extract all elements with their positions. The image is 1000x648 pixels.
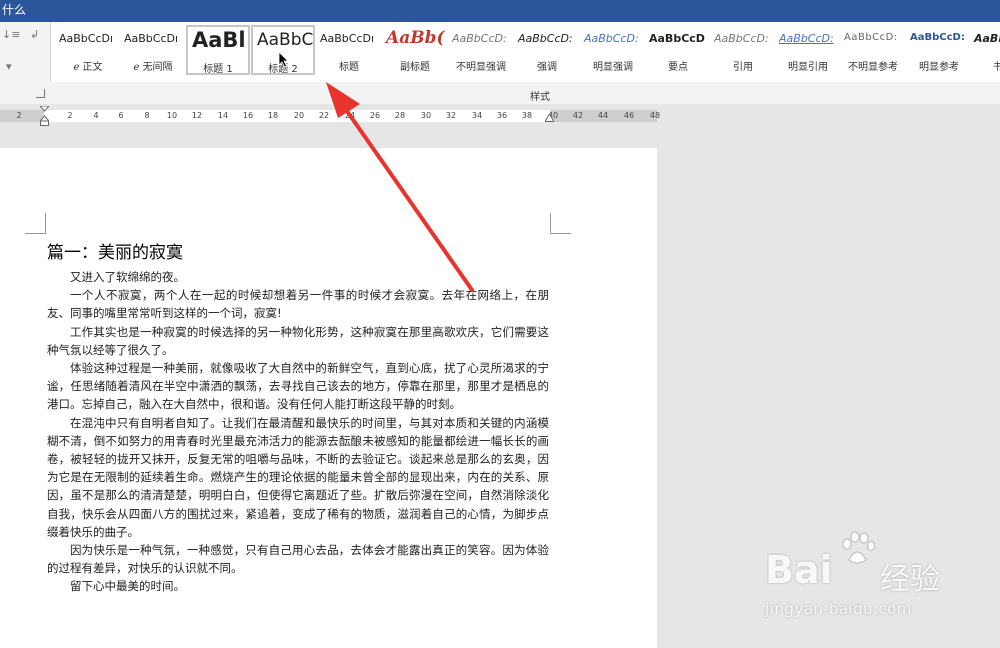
style-preview: AaBb(	[386, 28, 445, 48]
ruler-tick-label: 22	[318, 111, 330, 120]
paragraph-mark-icon[interactable]: ↲	[30, 28, 39, 41]
indent-marker-icon[interactable]	[40, 106, 49, 126]
ruler-tick-label: 4	[93, 111, 99, 120]
style-name: 不明显强调	[456, 62, 506, 73]
styles-gallery: AaBbCcDı ℯ 正文 AaBbCcDı ℯ 无间隔 AaBl 标题 1 A…	[50, 22, 1000, 82]
style-intense-quote[interactable]: AaBbCcD: 明显引用	[776, 25, 840, 75]
ruler-tick-label: 18	[267, 111, 279, 120]
ruler-tick-label: 42	[572, 111, 584, 120]
style-name: ℯ 正文	[73, 62, 103, 73]
style-name: 明显参考	[919, 62, 959, 73]
style-name: 要点	[668, 62, 688, 73]
ruler-tick-label: 34	[471, 111, 483, 120]
ruler-tick-label: 24	[344, 111, 356, 120]
style-name: 书籍	[971, 58, 1000, 73]
document-heading[interactable]: 篇一：美丽的寂寞	[47, 240, 549, 266]
mouse-cursor-icon	[279, 52, 289, 68]
style-subtle-reference[interactable]: AaBbCcD: 不明显参考	[841, 25, 905, 75]
style-name: 明显引用	[788, 62, 828, 73]
style-subtle-emphasis[interactable]: AaBbCcD: 不明显强调	[449, 25, 513, 75]
watermark-brand-suffix: 经验	[880, 562, 940, 597]
style-preview: AaBbCcD:	[779, 32, 834, 45]
baidu-paw-logo	[842, 531, 875, 564]
style-title[interactable]: AaBbCcDı 标题	[317, 25, 381, 75]
ruler-tick-label: 6	[118, 111, 124, 120]
ruler-tick-label: 2	[16, 111, 22, 120]
crop-mark-top-right	[550, 213, 571, 234]
style-name: ℯ 无间隔	[133, 62, 173, 73]
ruler-tick-label: 20	[293, 111, 305, 120]
style-preview: AaBb	[974, 32, 1000, 45]
styles-group-label: 样式	[530, 92, 550, 103]
style-preview: AaBbCcD:	[518, 32, 573, 45]
right-indent-marker-icon[interactable]	[545, 114, 554, 122]
document-body[interactable]: 篇一：美丽的寂寞 又进入了软绵绵的夜。 一个人不寂寞，两个人在一起的时候却想着另…	[47, 240, 549, 596]
dialog-launcher-icon[interactable]	[36, 89, 45, 98]
style-name: 强调	[537, 62, 557, 73]
ruler-tick-label: 30	[420, 111, 432, 120]
style-name: 不明显参考	[848, 62, 898, 73]
paragraph[interactable]: 工作其实也是一种寂寞的时候选择的另一种物化形势，这种寂寞在那里高歌欢庆，它们需要…	[47, 323, 549, 359]
style-preview: AaBl	[192, 28, 246, 52]
style-quote[interactable]: AaBbCcD: 引用	[711, 25, 775, 75]
horizontal-ruler[interactable]: 2 2 4 6 8 10 12 14 16 18 20 22 24 26 28 30 32 34 36 38 40 42 4…	[0, 104, 1000, 128]
ruler-tick-label: 14	[217, 111, 229, 120]
style-strong[interactable]: AaBbCcD 要点	[646, 25, 710, 75]
style-name: 标题 1	[203, 64, 233, 75]
ruler-tick-label: 12	[191, 111, 203, 120]
style-name: 引用	[733, 62, 753, 73]
style-intense-emphasis[interactable]: AaBbCcD: 明显强调	[581, 25, 645, 75]
style-preview: AaBbCcD	[649, 32, 705, 45]
style-emphasis[interactable]: AaBbCcD: 强调	[515, 25, 579, 75]
paragraph[interactable]: 在混沌中只有自明者自知了。让我们在最清醒和最快乐的时间里，与其对本质和关键的内涵…	[47, 414, 549, 541]
style-preview: AaBbCcD:	[714, 32, 769, 45]
crop-mark-top-left	[25, 213, 46, 234]
style-preview: AaBbCcDı	[320, 32, 375, 45]
style-name: 标题	[339, 62, 359, 73]
sort-icon[interactable]: ↓≡	[2, 28, 20, 41]
document-page[interactable]: 篇一：美丽的寂寞 又进入了软绵绵的夜。 一个人不寂寞，两个人在一起的时候却想着另…	[0, 148, 657, 648]
watermark-url: jingyan.baidu.com	[765, 600, 912, 618]
style-no-spacing[interactable]: AaBbCcDı ℯ 无间隔	[121, 25, 185, 75]
ruler-tick-label: 8	[144, 111, 150, 120]
style-name: 副标题	[400, 62, 430, 73]
ruler-tick-label: 46	[623, 111, 635, 120]
style-heading-1[interactable]: AaBl 标题 1	[186, 25, 250, 75]
watermark-brand: Bai	[765, 548, 833, 592]
ruler-tick-label: 10	[166, 111, 178, 120]
ruler-tick-label: 28	[394, 111, 406, 120]
ruler-tick-label: 26	[369, 111, 381, 120]
title-bar: 什么	[0, 0, 1000, 22]
style-preview: AaBbCcD:	[844, 32, 898, 43]
baidu-watermark: Bai 经验 jingyan.baidu.com	[765, 528, 1000, 637]
style-preview: AaBbCcDı	[59, 32, 114, 45]
style-name: 明显强调	[593, 62, 633, 73]
title-bar-text: 什么	[2, 3, 27, 17]
style-preview: AaBbCcD:	[584, 32, 639, 45]
style-intense-reference[interactable]: AaBbCcD: 明显参考	[907, 25, 971, 75]
style-book-title[interactable]: AaBb 书籍	[971, 25, 1000, 75]
style-preview: AaBbCcD:	[910, 32, 965, 43]
style-subtitle[interactable]: AaBb( 副标题	[383, 25, 447, 75]
style-normal[interactable]: AaBbCcDı ℯ 正文	[56, 25, 120, 75]
ribbon-left-strip: ↓≡ ↲ ▾	[0, 22, 50, 104]
dropdown-arrow-icon[interactable]: ▾	[6, 60, 12, 73]
style-preview: AaBbCcD:	[452, 32, 507, 45]
ruler-tick-label: 36	[496, 111, 508, 120]
paragraph[interactable]: 体验这种过程是一种美丽，就像吸收了大自然中的新鲜空气，直到心底，扰了心灵所渴求的…	[47, 359, 549, 414]
ribbon: ↓≡ ↲ ▾ AaBbCcDı ℯ 正文 AaBbCcDı ℯ 无间隔 AaBl…	[0, 22, 1000, 105]
ruler-tick-label: 48	[649, 111, 661, 120]
ruler-tick-label: 16	[242, 111, 254, 120]
ruler-tick-label: 38	[521, 111, 533, 120]
ruler-left-margin	[0, 110, 44, 122]
style-preview: AaBbC	[257, 30, 314, 50]
style-preview: AaBbCcDı	[124, 32, 179, 45]
ruler-tick-label: 2	[67, 111, 73, 120]
ruler-tick-label: 44	[597, 111, 609, 120]
paragraph[interactable]: 留下心中最美的时间。	[47, 577, 549, 595]
paragraph[interactable]: 因为快乐是一种气氛，一种感觉，只有自己用心去品，去体会才能露出真正的笑容。因为体…	[47, 541, 549, 577]
ruler-tick-label: 32	[445, 111, 457, 120]
paragraph[interactable]: 又进入了软绵绵的夜。	[47, 268, 549, 286]
paragraph[interactable]: 一个人不寂寞，两个人在一起的时候却想着另一件事的时候才会寂寞。去年在网络上，在朋…	[47, 286, 549, 322]
